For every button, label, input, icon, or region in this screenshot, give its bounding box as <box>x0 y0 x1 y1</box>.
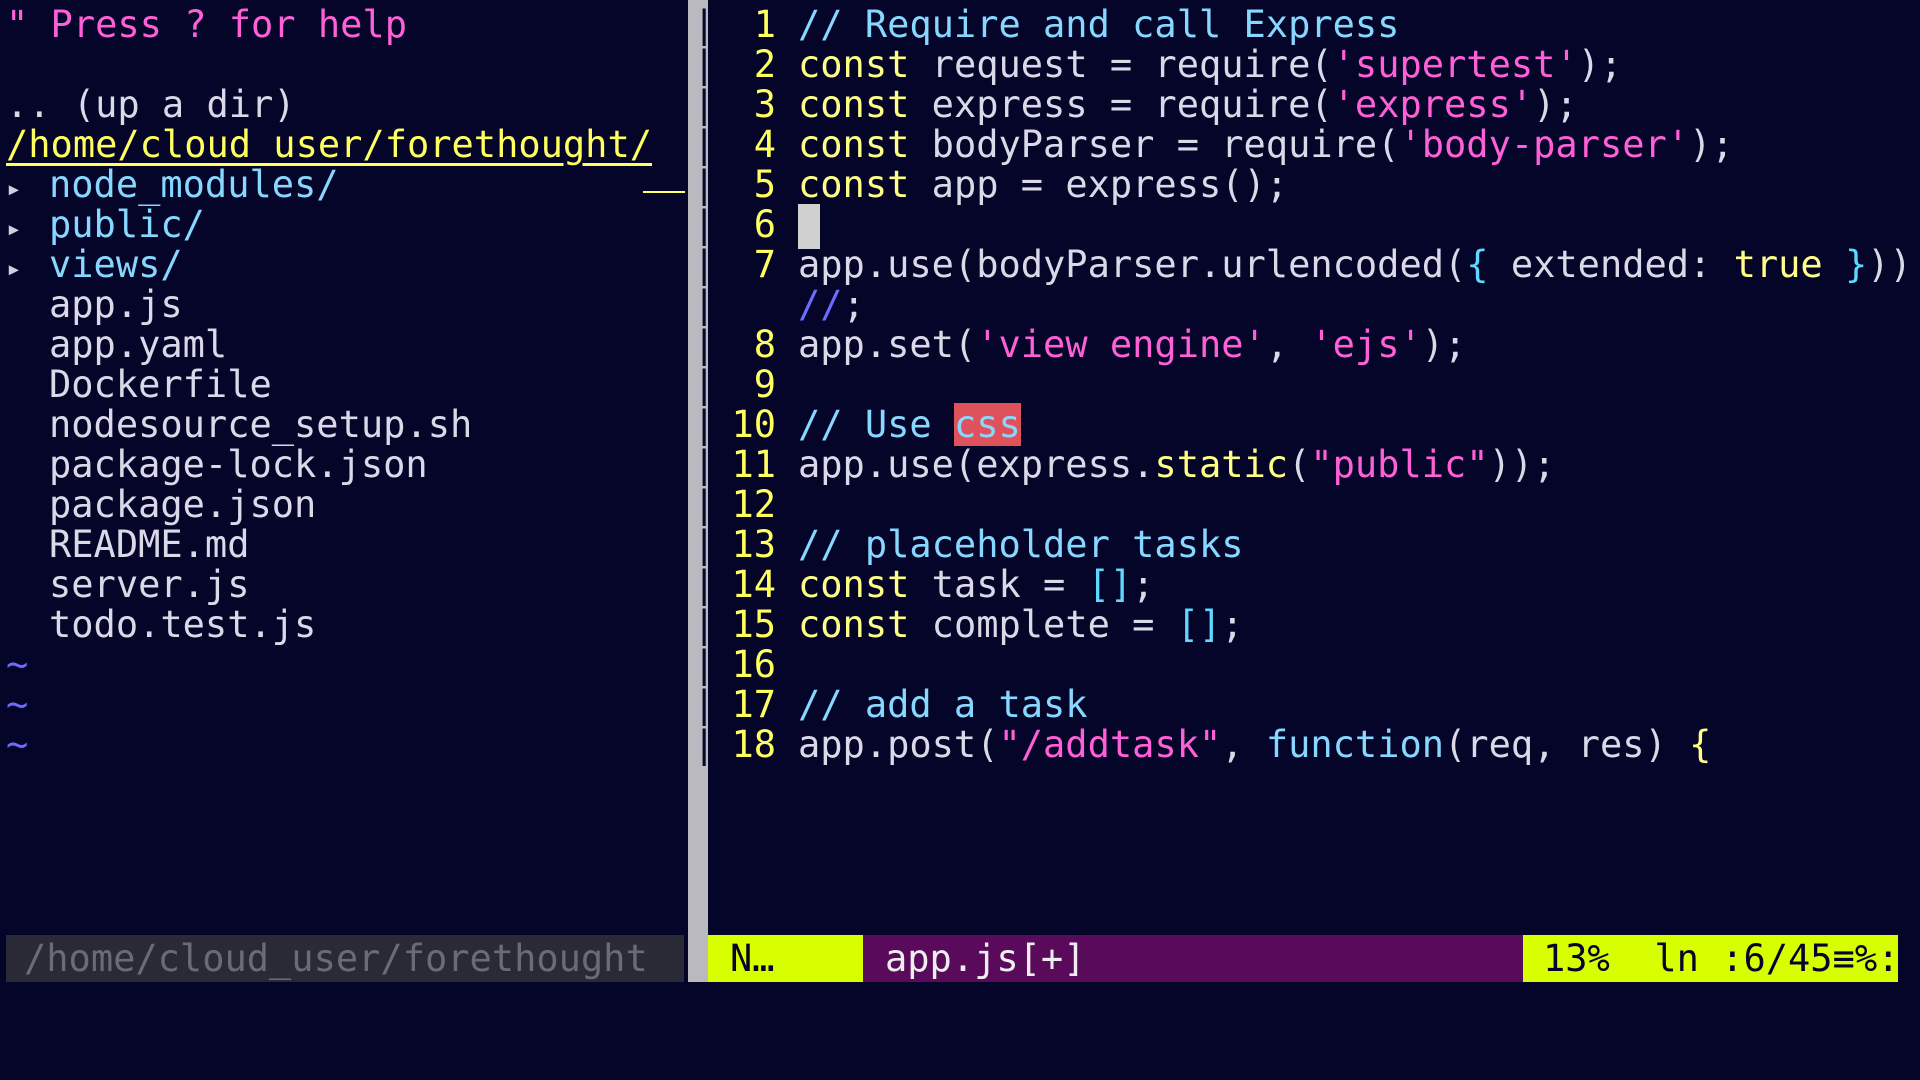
statusline-filename: app.js[+] <box>863 935 1523 982</box>
statusline-mode: N… S <box>708 935 886 982</box>
statusline-position: 13% ln :6/45≡%:1 <box>1523 935 1920 982</box>
tree-statusline: /home/cloud_user/forethought <box>6 935 684 982</box>
code-line: 18 app.post("/addtask", function(req, res… <box>731 723 1712 766</box>
vim-window: " Press ? for help .. (up a dir) /home/c… <box>0 0 1920 1080</box>
help-hint: " Press ? for help <box>6 3 407 46</box>
empty-line-marker: ~ <box>6 723 29 766</box>
separator-glyph: | <box>693 720 715 769</box>
